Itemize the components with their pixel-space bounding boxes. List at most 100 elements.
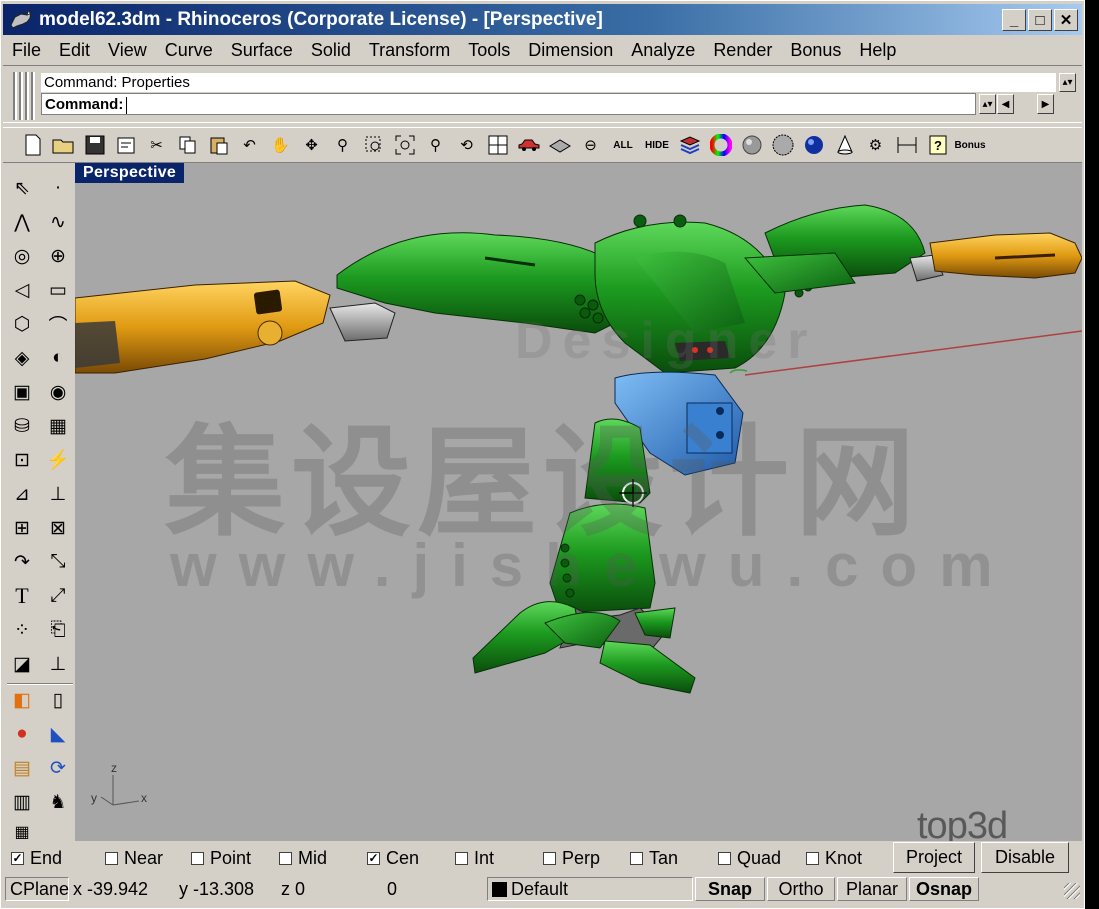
osnap-end-checkbox[interactable]: ✓ <box>11 851 24 865</box>
zoom-extents-icon[interactable] <box>389 130 420 160</box>
title-bar[interactable]: model62.3dm - Rhinoceros (Corporate Lice… <box>3 4 1082 35</box>
osnap-int-checkbox[interactable] <box>455 851 468 865</box>
extend-icon[interactable]: ⊥ <box>43 479 73 509</box>
menu-dimension[interactable]: Dimension <box>519 40 622 61</box>
osnap-point-icon[interactable]: ⊖ <box>575 130 606 160</box>
gear-icon[interactable]: ⚙ <box>860 130 891 160</box>
rotate-icon[interactable]: ↷ <box>7 547 37 577</box>
rhino-app-icon[interactable] <box>7 7 35 33</box>
fillet-icon[interactable]: ⌒ <box>43 309 73 339</box>
boolean-icon[interactable]: ◉ <box>43 377 73 407</box>
ruler-icon[interactable]: ⊥ <box>43 649 73 679</box>
cplane-label[interactable]: CPlane <box>5 877 69 901</box>
menu-curve[interactable]: Curve <box>156 40 222 61</box>
light-cone-icon[interactable] <box>829 130 860 160</box>
circle-icon[interactable]: ◎ <box>7 241 37 271</box>
mesh-icon[interactable]: ▦ <box>43 411 73 441</box>
maximize-button[interactable]: □ <box>1028 9 1052 31</box>
menu-solid[interactable]: Solid <box>302 40 360 61</box>
blue-sphere-icon[interactable] <box>798 130 829 160</box>
osnap-mid-checkbox[interactable] <box>279 851 292 865</box>
disable-button[interactable]: Disable <box>981 842 1069 873</box>
figure-icon[interactable]: ♞ <box>43 787 73 817</box>
arc-icon[interactable]: ◁ <box>7 275 37 305</box>
cylinder-icon[interactable]: ⛁ <box>7 411 37 441</box>
menu-help[interactable]: Help <box>850 40 905 61</box>
grid-object-icon[interactable] <box>544 130 575 160</box>
text-icon[interactable]: T <box>7 581 37 611</box>
revolve-icon[interactable]: ◐ <box>43 343 73 373</box>
copy-icon[interactable] <box>172 130 203 160</box>
osnap-perp[interactable]: Perp <box>543 848 600 869</box>
menu-bonus[interactable]: Bonus <box>781 40 850 61</box>
perspective-viewport[interactable]: z y x Designer 集设屋设计网 www.jishewu.com to… <box>75 163 1082 841</box>
undo-icon[interactable]: ↶ <box>234 130 265 160</box>
menu-file[interactable]: File <box>3 40 50 61</box>
osnap-mid[interactable]: Mid <box>279 848 327 869</box>
rectangle-icon[interactable]: ▭ <box>43 275 73 305</box>
zoom-icon[interactable]: ⚲ <box>327 130 358 160</box>
grid-points-icon[interactable]: ⁘ <box>7 615 37 645</box>
cut-icon[interactable]: ✂ <box>141 130 172 160</box>
menu-tools[interactable]: Tools <box>459 40 519 61</box>
scale-icon[interactable]: ⤡ <box>43 547 73 577</box>
menu-render[interactable]: Render <box>704 40 781 61</box>
osnap-perp-checkbox[interactable] <box>543 851 556 865</box>
menu-surface[interactable]: Surface <box>222 40 302 61</box>
zoom-window-icon[interactable] <box>358 130 389 160</box>
pan-hand-icon[interactable]: ✋ <box>265 130 296 160</box>
open-folder-icon[interactable] <box>48 130 79 160</box>
new-file-icon[interactable] <box>17 130 48 160</box>
minimize-button[interactable]: _ <box>1002 9 1026 31</box>
zoom-selected-icon[interactable]: ⚲ <box>420 130 451 160</box>
box-icon[interactable]: ▣ <box>7 377 37 407</box>
polyline-icon[interactable]: ⋀ <box>7 207 37 237</box>
osnap-knot-checkbox[interactable] <box>806 851 819 865</box>
undo-view-icon[interactable]: ⟲ <box>451 130 482 160</box>
osnap-cen-checkbox[interactable]: ✓ <box>367 851 380 865</box>
ellipse-icon[interactable]: ⊕ <box>43 241 73 271</box>
menu-analyze[interactable]: Analyze <box>622 40 704 61</box>
osnap-end[interactable]: ✓ End <box>11 848 62 869</box>
zebra-icon[interactable]: ● <box>7 719 37 749</box>
split-icon[interactable]: ⚡ <box>43 445 73 475</box>
rotate-view-icon[interactable]: ✥ <box>296 130 327 160</box>
scroll-left-button[interactable]: ◀ <box>997 94 1014 114</box>
project-button[interactable]: Project <box>893 842 975 873</box>
scroll-right-button[interactable]: ▶ <box>1037 94 1054 114</box>
snap-toggle[interactable]: Snap <box>695 877 765 901</box>
osnap-point-checkbox[interactable] <box>191 851 204 865</box>
osnap-int[interactable]: Int <box>455 848 494 869</box>
resize-grip-icon[interactable] <box>1064 883 1080 899</box>
dimension-icon[interactable] <box>891 130 922 160</box>
command-input[interactable]: Command: <box>41 93 976 115</box>
osnap-quad[interactable]: Quad <box>718 848 781 869</box>
show-all-button[interactable]: ALL <box>606 130 640 160</box>
polygon-icon[interactable]: ⬡ <box>7 309 37 339</box>
draft-angle-icon[interactable]: ◣ <box>43 719 73 749</box>
four-viewports-icon[interactable] <box>482 130 513 160</box>
menu-transform[interactable]: Transform <box>360 40 459 61</box>
ortho-toggle[interactable]: Ortho <box>767 877 835 901</box>
shaded-sphere-icon[interactable] <box>767 130 798 160</box>
layers-icon[interactable] <box>674 130 705 160</box>
refresh-icon[interactable]: ⟳ <box>43 753 73 783</box>
viewport-title[interactable]: Perspective <box>75 163 185 183</box>
save-icon[interactable] <box>79 130 110 160</box>
osnap-point[interactable]: Point <box>191 848 251 869</box>
osnap-tan-checkbox[interactable] <box>630 851 643 865</box>
osnap-near[interactable]: Near <box>105 848 163 869</box>
section-icon[interactable]: ▥ <box>7 787 37 817</box>
trim-icon[interactable]: ⊿ <box>7 479 37 509</box>
surface-icon[interactable]: ◈ <box>7 343 37 373</box>
explode-icon[interactable]: ⊡ <box>7 445 37 475</box>
bonus-toolbar-button[interactable]: Bonus <box>953 130 987 160</box>
move-icon[interactable]: ⊞ <box>7 513 37 543</box>
menu-view[interactable]: View <box>99 40 156 61</box>
menu-edit[interactable]: Edit <box>50 40 99 61</box>
array-icon[interactable]: ⤢ <box>43 581 73 611</box>
print-preview-icon[interactable] <box>110 130 141 160</box>
osnap-tan[interactable]: Tan <box>630 848 678 869</box>
osnap-quad-checkbox[interactable] <box>718 851 731 865</box>
analyze-color-icon[interactable]: ◧ <box>7 685 37 715</box>
